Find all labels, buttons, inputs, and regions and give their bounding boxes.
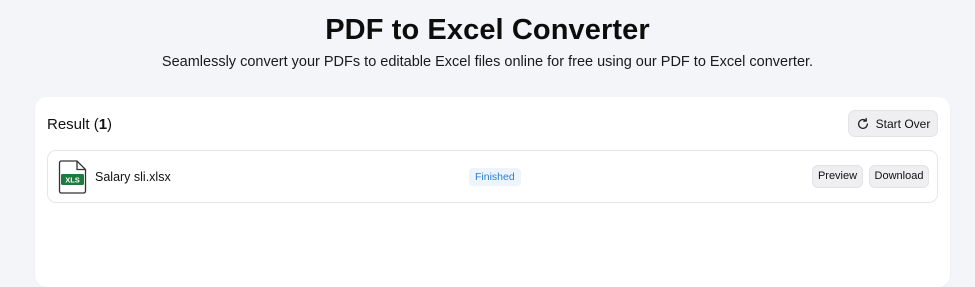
result-heading: Result (1): [47, 116, 113, 133]
status-badge: Finished: [469, 168, 521, 186]
result-card: Result (1) Start Over XLS Salary sli.xls…: [35, 97, 950, 287]
page-subtitle: Seamlessly convert your PDFs to editable…: [161, 54, 814, 70]
result-count: 1: [98, 116, 108, 133]
page-title: PDF to Excel Converter: [325, 14, 650, 46]
preview-button[interactable]: Preview: [812, 165, 863, 188]
file-name: Salary sli.xlsx: [95, 170, 171, 184]
download-button[interactable]: Download: [869, 165, 929, 188]
start-over-label: Start Over: [875, 116, 931, 131]
start-over-button[interactable]: Start Over: [848, 110, 938, 137]
file-row: XLS Salary sli.xlsx Finished Preview Dow…: [47, 150, 938, 203]
refresh-icon: [857, 117, 868, 129]
result-label: Result: [47, 116, 90, 133]
xls-icon-text: XLS: [65, 175, 80, 184]
xls-file-icon: XLS: [58, 160, 87, 194]
